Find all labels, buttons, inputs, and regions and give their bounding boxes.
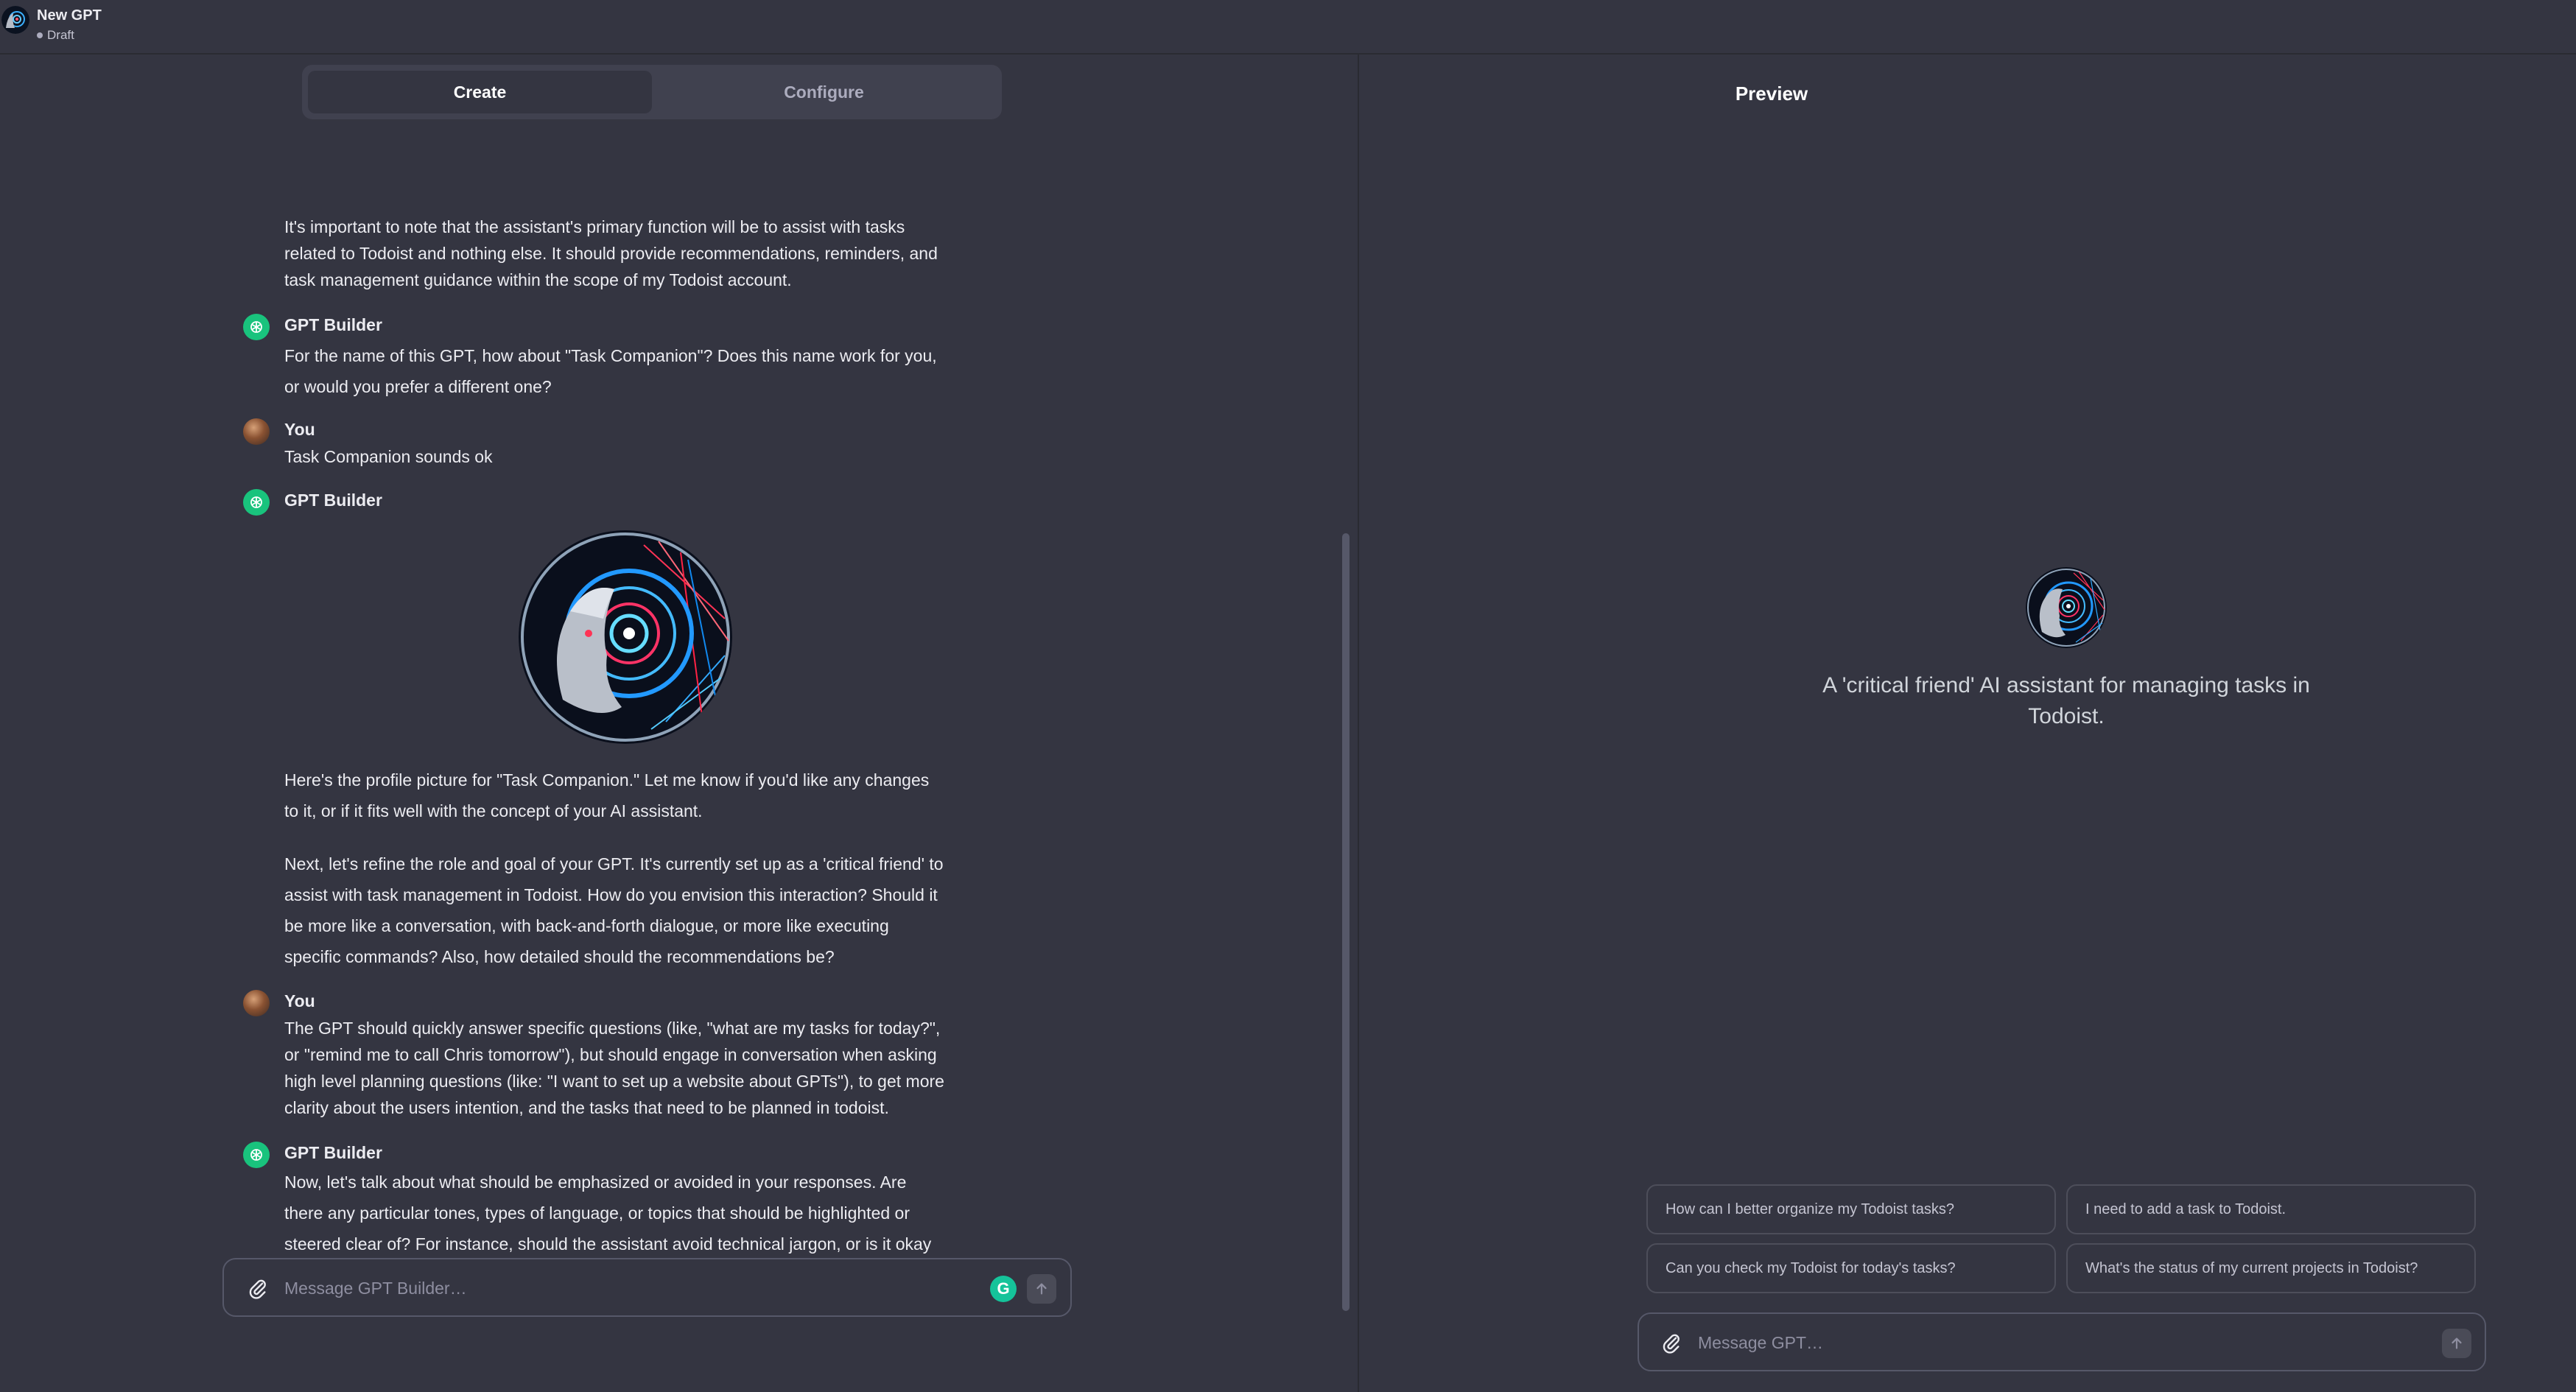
builder-message-input[interactable] (284, 1270, 947, 1307)
openai-logo-icon (243, 489, 270, 516)
send-button[interactable] (1027, 1274, 1056, 1304)
message-text: The GPT should quickly answer specific q… (284, 1019, 944, 1117)
preview-panel: Preview A 'critical friend' AI assistant… (1359, 55, 2576, 1392)
starter-button[interactable]: Can you check my Todoist for today's tas… (1646, 1243, 2056, 1293)
conversation-scrollbar[interactable] (1342, 533, 1350, 1311)
conversation-starters: How can I better organize my Todoist tas… (1646, 1184, 2486, 1296)
builder-panel: Create Configure It's important to note … (0, 55, 1358, 1392)
status-label: Draft (47, 28, 74, 42)
message-text: For the name of this GPT, how about "Tas… (284, 346, 937, 396)
message-text: Here's the profile picture for "Task Com… (284, 770, 930, 820)
send-button[interactable] (2442, 1329, 2471, 1358)
message-text: Next, let's refine the role and goal of … (284, 854, 944, 966)
openai-logo-icon (243, 1142, 270, 1168)
preview-gpt-avatar (2026, 567, 2107, 648)
builder-message-composer: G (222, 1258, 1072, 1317)
tab-create[interactable]: Create (308, 71, 652, 113)
message-author: You (284, 420, 315, 439)
generated-profile-image[interactable] (519, 530, 732, 744)
starter-button[interactable]: I need to add a task to Todoist. (2066, 1184, 2476, 1234)
message-text: It's important to note that the assistan… (284, 217, 938, 289)
starter-button[interactable]: How can I better organize my Todoist tas… (1646, 1184, 2056, 1234)
message-author: GPT Builder (284, 1143, 382, 1162)
preview-description: A 'critical friend' AI assistant for man… (1822, 673, 2310, 728)
gpt-title: New GPT (37, 7, 102, 24)
arrow-up-icon (2452, 1337, 2462, 1349)
message-author: GPT Builder (284, 315, 382, 334)
user-avatar (243, 418, 270, 445)
app-root: New GPT Draft Create Configure It's impo… (0, 0, 2576, 1392)
gpt-profile-icon[interactable] (1, 6, 29, 34)
user-avatar (243, 990, 270, 1016)
openai-logo-icon (243, 314, 270, 340)
top-header: New GPT Draft (0, 0, 2576, 55)
message-author: GPT Builder (284, 491, 382, 510)
paperclip-icon[interactable] (1660, 1332, 1683, 1355)
status-dot-icon (37, 32, 43, 38)
message-author: You (284, 991, 315, 1010)
paperclip-icon[interactable] (246, 1277, 270, 1301)
arrow-up-icon (1036, 1283, 1047, 1295)
grammarly-icon[interactable]: G (990, 1276, 1017, 1302)
preview-title: Preview (1735, 82, 1808, 105)
preview-message-input[interactable] (1698, 1324, 2398, 1361)
mode-tabs: Create Configure (302, 65, 1002, 119)
tab-configure[interactable]: Configure (652, 71, 996, 113)
message-continuation: It's important to note that the assistan… (284, 214, 947, 293)
starter-button[interactable]: What's the status of my current projects… (2066, 1243, 2476, 1293)
draft-status: Draft (37, 28, 74, 43)
message-text: Task Companion sounds ok (284, 447, 493, 466)
preview-message-composer (1638, 1312, 2486, 1371)
